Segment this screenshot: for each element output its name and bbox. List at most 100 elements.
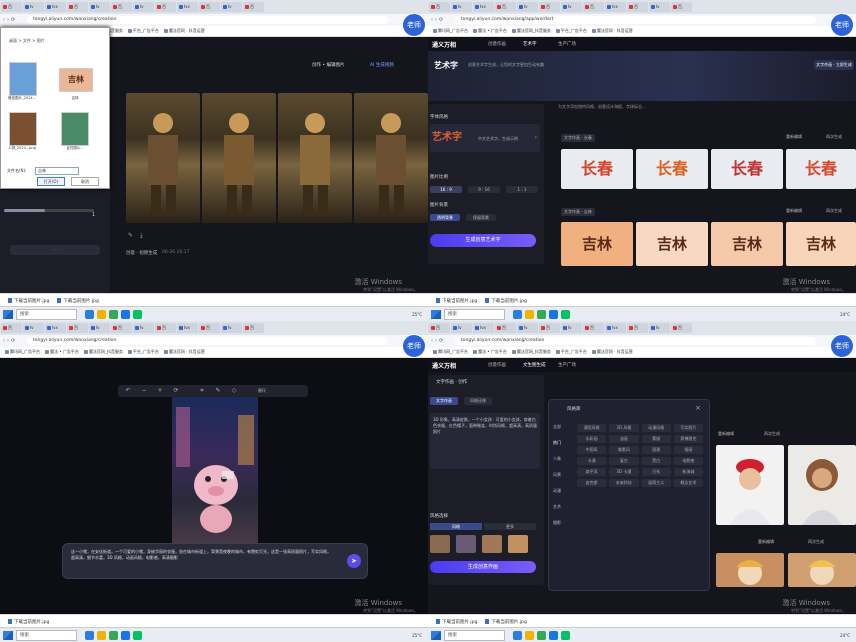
bookmark-item[interactable]: 腾讯网_广告平台: [433, 28, 468, 34]
style-thumb[interactable]: [482, 535, 502, 553]
wordart-result[interactable]: 长春: [786, 149, 856, 189]
regenerate-link[interactable]: 再次生成: [826, 208, 842, 214]
start-icon[interactable]: [431, 630, 441, 640]
browser-tab[interactable]: Iv: [517, 2, 538, 12]
edge-icon[interactable]: [85, 630, 94, 640]
style-option[interactable]: 黑白: [641, 457, 671, 465]
download-item[interactable]: 下载当前图片.jpg: [485, 298, 526, 304]
generate-button-disabled[interactable]: ···: [10, 245, 100, 255]
wechat-icon[interactable]: [561, 309, 570, 319]
nav-buttons-icon[interactable]: ‹›⟳: [428, 17, 455, 23]
wordart-result[interactable]: 长春: [636, 149, 708, 189]
download-icon[interactable]: ⤓: [140, 232, 143, 240]
create-button[interactable]: 文字作画 · 立即生成: [814, 60, 854, 70]
nav-buttons-icon[interactable]: ‹›⟳: [0, 338, 27, 344]
browser-tab[interactable]: Ivx: [45, 323, 66, 333]
style-option[interactable]: 皮克斯: [577, 479, 607, 487]
app-icon[interactable]: [549, 630, 558, 640]
result-image[interactable]: [278, 93, 352, 223]
send-icon[interactable]: ➤: [347, 554, 361, 568]
browser-tab[interactable]: Iv: [517, 323, 538, 333]
edge-icon[interactable]: [513, 630, 522, 640]
browser-tab[interactable]: Ivx: [605, 2, 626, 12]
browser-tab[interactable]: Ivx: [45, 2, 66, 12]
browser-tab[interactable]: Iv: [23, 2, 44, 12]
browser-tab[interactable]: Ivx: [473, 323, 494, 333]
browser-tab[interactable]: 百: [583, 323, 604, 333]
bookmark-item[interactable]: 魔法官网 · 抖音运营: [164, 28, 205, 34]
style-option[interactable]: 扁平风: [577, 468, 607, 476]
open-button[interactable]: 打开(O): [37, 177, 65, 186]
style-option[interactable]: 插画: [673, 446, 703, 454]
style-option[interactable]: 复古: [609, 457, 639, 465]
category-item[interactable]: 人像: [549, 456, 571, 472]
bg-option[interactable]: 保留背景: [466, 214, 496, 221]
font-style-card[interactable]: 艺术字 中文艺术字，生成示例 ›: [430, 124, 540, 152]
start-icon[interactable]: [3, 309, 13, 319]
chrome-icon[interactable]: [109, 309, 118, 319]
browser-tab[interactable]: 百: [67, 323, 88, 333]
browser-tab[interactable]: 百: [67, 2, 88, 12]
download-item[interactable]: 下载当前图片.jpg: [436, 619, 477, 625]
style-option[interactable]: 赛博朋克: [673, 435, 703, 443]
bookmark-item[interactable]: 魔法 • 广告平台: [473, 349, 507, 355]
style-option[interactable]: 未来科技: [609, 479, 639, 487]
style-thumb[interactable]: [430, 535, 450, 553]
wechat-icon[interactable]: [133, 630, 142, 640]
chrome-icon[interactable]: [109, 630, 118, 640]
browser-tab[interactable]: 百: [1, 2, 22, 12]
style-option[interactable]: 写实照片: [673, 424, 703, 432]
style-option[interactable]: 极简主义: [641, 479, 671, 487]
url-field[interactable]: tongyi.aliyun.com/wanxiang/creation: [27, 16, 388, 24]
mode-tab[interactable]: 风格迁移: [464, 397, 492, 405]
prompt-text[interactable]: 3D 形象，高清皮肤，一个小女孩 · 可爱的小女孩，穿着白色衣服，红色帽子，面带…: [433, 417, 537, 435]
result-image[interactable]: [788, 553, 856, 587]
style-option[interactable]: 动漫风格: [641, 424, 671, 432]
style-option[interactable]: 像素风: [609, 446, 639, 454]
category-item[interactable]: 摄影: [549, 520, 571, 536]
bookmark-item[interactable]: 腾讯网_广告平台: [433, 349, 468, 355]
edit-icon[interactable]: ✎: [128, 232, 133, 239]
browser-tab[interactable]: Iv: [89, 323, 110, 333]
wechat-icon[interactable]: [561, 630, 570, 640]
taskbar-search[interactable]: 搜索: [16, 308, 77, 320]
result-image[interactable]: [202, 93, 276, 223]
category-item[interactable]: 全部: [549, 424, 571, 440]
file-thumbnail[interactable]: [9, 112, 37, 146]
generate-button[interactable]: 生成创意艺术字: [430, 234, 536, 247]
folder-icon[interactable]: [97, 309, 106, 319]
edit-again-link[interactable]: 重新编辑: [786, 208, 802, 214]
app-icon[interactable]: [121, 630, 130, 640]
url-field[interactable]: tongyi.aliyun.com/wanxiang/creation: [455, 337, 816, 345]
style-option[interactable]: 卡通: [577, 457, 607, 465]
nav-buttons-icon[interactable]: ‹›⟳: [428, 338, 455, 344]
style-tab-active[interactable]: 风格: [430, 523, 482, 530]
browser-tab[interactable]: Iv: [649, 2, 670, 12]
browser-tab[interactable]: 百: [243, 2, 264, 12]
download-item[interactable]: 下载当前图片.jpg: [8, 298, 49, 304]
browser-tab[interactable]: Iv: [133, 2, 154, 12]
browser-tab[interactable]: 百: [111, 323, 132, 333]
wechat-icon[interactable]: [133, 309, 142, 319]
browser-tab[interactable]: Iv: [451, 323, 472, 333]
mode-tab-active[interactable]: 文字作画: [430, 397, 458, 405]
browser-tab[interactable]: 百: [1, 323, 22, 333]
bookmark-item[interactable]: 魔法官网 · 抖音运营: [592, 349, 633, 355]
download-item[interactable]: 下载当前图片.jpg: [436, 298, 477, 304]
bookmark-item[interactable]: 平台_广告平台: [556, 28, 587, 34]
prompt-box[interactable]: 这一小猪，在安化街道，一个可爱的小猪，身披华丽的衣服，坐在城市街道上，背景是夜晚…: [62, 543, 368, 579]
browser-tab[interactable]: 百: [583, 2, 604, 12]
nav-item[interactable]: 生产广场: [558, 41, 576, 47]
bookmark-item[interactable]: 魔法官网_抖音服务: [84, 349, 123, 355]
edit-again-link[interactable]: 重新编辑: [718, 431, 734, 437]
browser-tab[interactable]: 百: [627, 2, 648, 12]
folder-icon[interactable]: [525, 630, 534, 640]
style-thumb[interactable]: [508, 535, 528, 553]
nav-item[interactable]: 创意作画: [488, 41, 506, 47]
bookmark-item[interactable]: 腾讯网_广告平台: [5, 349, 40, 355]
result-image[interactable]: [126, 93, 200, 223]
brand-logo[interactable]: 通义万相: [432, 40, 456, 49]
style-option[interactable]: 日系: [641, 468, 671, 476]
download-item[interactable]: 下载当前图片.jpg: [57, 298, 98, 304]
browser-tab[interactable]: 百: [243, 323, 264, 333]
